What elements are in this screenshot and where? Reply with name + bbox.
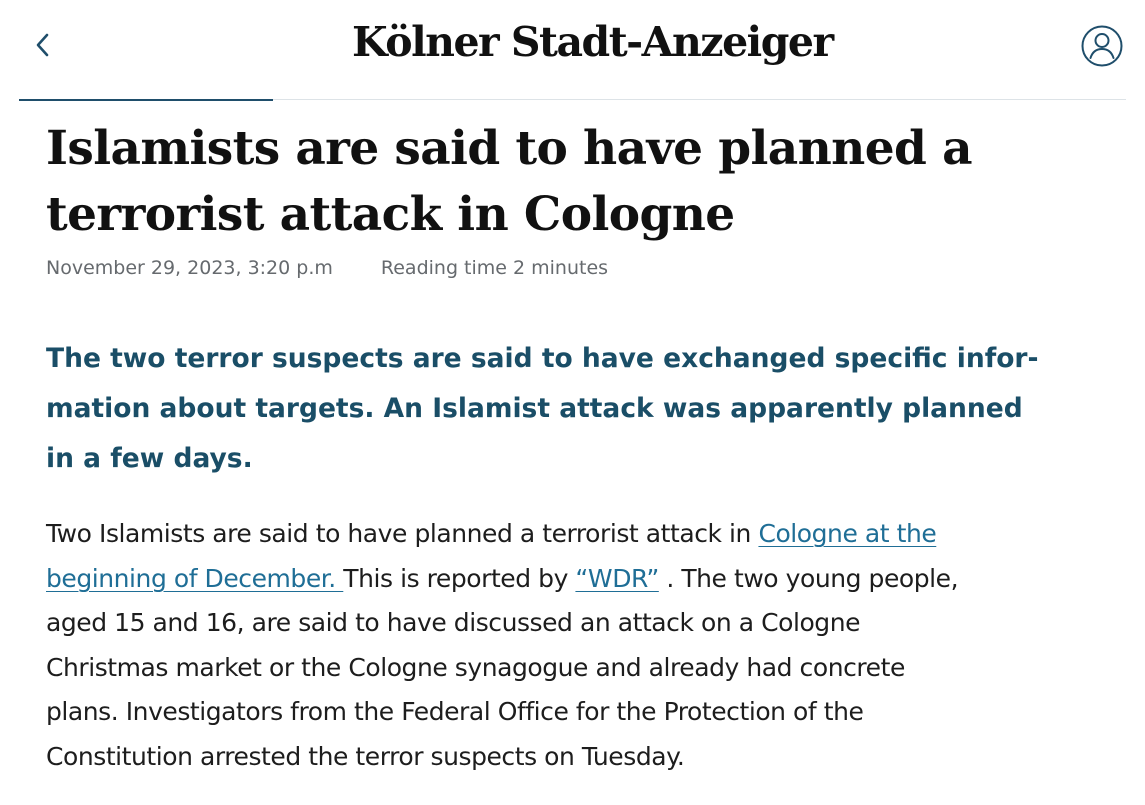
- headline-line: Islamists are said to have planned a: [46, 121, 973, 176]
- body-text: Christmas market or the Cologne synagogu…: [46, 652, 905, 682]
- account-button[interactable]: [1080, 24, 1124, 68]
- article-body-paragraph: Two Islamists are said to have planned a…: [46, 512, 1116, 779]
- article-headline: Islamists are said to have planned a ter…: [46, 116, 1106, 248]
- chevron-left-icon: [36, 33, 49, 57]
- body-text: This is reported by: [343, 563, 576, 593]
- headline-line: terrorist attack in Cologne: [46, 187, 735, 242]
- body-text: aged 15 and 16, are said to have discuss…: [46, 608, 861, 637]
- lead-line: in a few days.: [46, 443, 253, 474]
- wdr-link[interactable]: “WDR”: [575, 564, 659, 593]
- body-text: Two Islamists are said to have planned a…: [46, 519, 759, 548]
- link-text[interactable]: Cologne at the: [758, 519, 936, 548]
- body-text: plans. Investigators from the Federal Of…: [46, 697, 864, 726]
- site-logo[interactable]: Kölner Stadt-Anzeiger: [352, 10, 834, 74]
- link-text[interactable]: beginning of December.: [46, 564, 343, 593]
- lead-line: The two terror suspects are said to have…: [46, 343, 1039, 374]
- body-text: Constitution arrested the terror suspect…: [46, 741, 685, 771]
- article-lead: The two terror suspects are said to have…: [46, 334, 1106, 484]
- top-bar: Kölner Stadt-Anzeiger: [0, 0, 1145, 101]
- user-circle-icon: [1081, 25, 1123, 67]
- publish-date: November 29, 2023, 3:20 p.m: [46, 257, 333, 279]
- reading-progress-bar: [19, 99, 273, 101]
- back-button[interactable]: [26, 27, 60, 63]
- reading-time: Reading time 2 minutes: [380, 257, 609, 279]
- lead-line: mation about targets. An Islamist attack…: [46, 393, 1023, 424]
- body-text: . The two young people,: [658, 563, 959, 593]
- article-meta: November 29, 2023, 3:20 p.m Reading time …: [46, 254, 608, 282]
